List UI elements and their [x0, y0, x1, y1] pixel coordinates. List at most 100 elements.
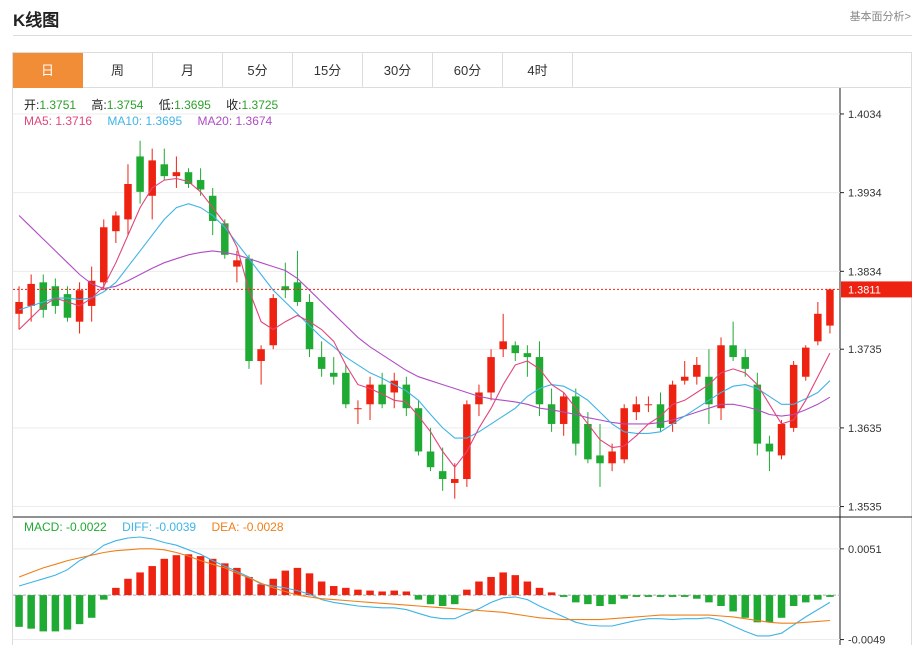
macd-bar	[402, 591, 411, 596]
candle-body	[160, 164, 169, 177]
macd-tick-label: -0.0049	[848, 635, 885, 645]
ma-legend: MA5: 1.3716 MA10: 1.3695 MA20: 1.3674	[24, 114, 284, 128]
macd-bar	[15, 595, 23, 627]
ma20-value: 1.3674	[235, 114, 273, 128]
ma5-legend: MA5: 1.3716	[24, 114, 92, 128]
candle-body	[765, 443, 774, 452]
ma10-value: 1.3695	[145, 114, 183, 128]
diff-label: DIFF:	[122, 520, 153, 534]
macd-bar	[765, 595, 774, 623]
ma20-label: MA20:	[197, 114, 233, 128]
ohlc-legend: 开:1.3751 高:1.3754 低:1.3695 收:1.3725	[24, 96, 290, 113]
candle-body	[172, 172, 181, 177]
open-label: 开:	[24, 98, 40, 112]
macd-bar	[75, 595, 84, 625]
ma5-label: MA5:	[24, 114, 53, 128]
candle-body	[608, 451, 616, 464]
candle-body	[499, 341, 507, 350]
candle-body	[596, 455, 604, 464]
candle-body	[559, 396, 568, 424]
candle-body	[826, 289, 834, 326]
candle-body	[27, 283, 35, 306]
macd-bar	[414, 595, 423, 600]
price-tick-label: 1.3834	[848, 266, 882, 278]
macd-value: -0.0022	[66, 520, 107, 534]
macd-bar	[535, 587, 544, 596]
macd-bar	[426, 595, 435, 605]
macd-bar	[608, 595, 616, 605]
macd-bar	[112, 587, 120, 596]
high-label: 高:	[91, 98, 107, 112]
macd-bar	[160, 558, 169, 596]
candle-body	[257, 349, 265, 362]
macd-bar	[644, 595, 653, 597]
candle-body	[729, 345, 737, 358]
macd-bar	[511, 575, 520, 596]
macd-bar	[245, 576, 253, 596]
diff-value: -0.0039	[155, 520, 197, 534]
ma20-legend: MA20: 1.3674	[197, 114, 272, 128]
macd-bar	[172, 555, 181, 596]
candle-body	[293, 282, 302, 302]
candle-body	[245, 258, 253, 362]
price-tick-label: 1.3735	[848, 344, 882, 356]
macd-bar	[717, 595, 725, 606]
candle-body	[814, 313, 822, 342]
macd-bar	[463, 589, 471, 596]
macd-bar	[801, 595, 810, 603]
macd-bar	[680, 595, 689, 597]
macd-bar	[547, 592, 556, 596]
ma5-line	[18, 177, 831, 469]
ma10-label: MA10:	[107, 114, 143, 128]
high-value: 1.3754	[106, 98, 144, 112]
macd-bar	[329, 586, 338, 596]
diff-legend-item: DIFF: -0.0039	[122, 520, 196, 534]
candle-body	[354, 408, 362, 410]
macd-bar	[136, 572, 144, 596]
ma10-legend: MA10: 1.3695	[107, 114, 182, 128]
macd-legend: MACD: -0.0022 DIFF: -0.0039 DEA: -0.0028	[24, 520, 296, 534]
macd-bar	[148, 566, 156, 596]
close-label: 收:	[226, 98, 242, 112]
macd-bar	[390, 590, 398, 596]
macd-bar	[354, 589, 362, 596]
candle-body	[124, 183, 132, 220]
candle-body	[463, 404, 471, 480]
macd-bar	[741, 595, 749, 618]
macd-bar	[366, 590, 374, 596]
candle-body	[572, 396, 580, 444]
candle-body	[136, 156, 144, 192]
macd-bar	[475, 581, 483, 596]
macd-bar	[632, 595, 641, 597]
current-price-label: 1.3811	[848, 284, 881, 296]
candle-body	[535, 357, 544, 405]
macd-bar	[39, 595, 48, 632]
macd-bar	[305, 573, 314, 596]
candle-body	[15, 302, 23, 314]
macd-legend-item: MACD: -0.0022	[24, 520, 107, 534]
low-label: 低:	[158, 98, 175, 112]
macd-bar	[523, 581, 532, 596]
candle-body	[414, 408, 423, 452]
macd-bar	[499, 572, 507, 596]
macd-bar	[572, 595, 580, 603]
candle-body	[777, 423, 786, 456]
price-tick-label: 1.4034	[848, 109, 882, 121]
macd-bar	[51, 595, 60, 632]
macd-bar	[656, 595, 665, 597]
macd-bar	[596, 595, 604, 606]
macd-bar	[317, 581, 326, 596]
candle-body	[801, 347, 810, 377]
macd-bar	[753, 595, 762, 623]
candle-body	[100, 227, 108, 283]
macd-bar	[378, 591, 386, 596]
macd-bar	[777, 595, 786, 618]
price-tick-label: 1.3934	[848, 188, 882, 200]
macd-bar	[63, 595, 72, 630]
candle-body	[196, 180, 205, 190]
candle-body	[693, 364, 701, 377]
candle-body	[717, 345, 725, 409]
macd-bar	[693, 595, 701, 599]
candle-body	[112, 215, 120, 232]
macd-bar	[826, 595, 834, 597]
